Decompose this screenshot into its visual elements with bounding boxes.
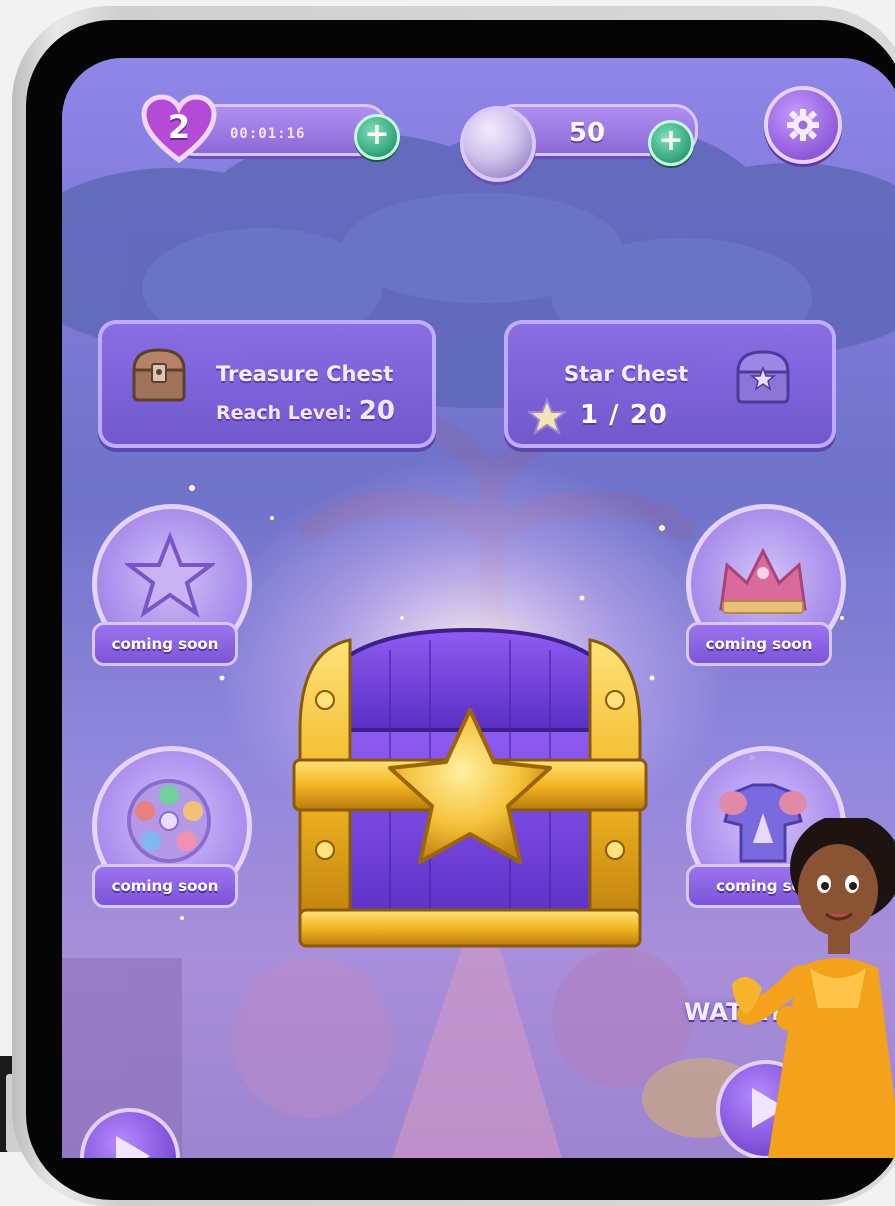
reach-level-value: 20 <box>358 396 395 426</box>
coin-count: 50 <box>568 118 606 148</box>
play-icon <box>116 1136 150 1158</box>
feature-star[interactable]: coming soon <box>92 504 252 674</box>
lives-timer: 00:01:16 <box>230 126 306 142</box>
treasure-chest-panel[interactable]: Treasure Chest Reach Level: 20 <box>98 320 436 448</box>
color-wheel-icon <box>127 779 211 863</box>
add-coins-button[interactable]: + <box>648 120 694 166</box>
treasure-chest-requirement: Reach Level: 20 <box>216 396 395 426</box>
reach-level-label: Reach Level: <box>216 402 353 424</box>
lives-count: 2 <box>167 108 191 146</box>
star-chest-panel[interactable]: Star Chest 1 / 20 <box>504 320 836 448</box>
princess-character <box>732 818 895 1158</box>
crown-icon <box>719 547 807 614</box>
coin-icon <box>460 106 536 182</box>
treasure-chest-title: Treasure Chest <box>216 362 394 386</box>
star-icon <box>528 398 566 436</box>
feature-color-wheel-label: coming soon <box>92 864 238 908</box>
treasure-chest-icon[interactable] <box>280 610 660 960</box>
star-chest-progress: 1 / 20 <box>580 400 668 430</box>
lives-heart: 2 <box>140 94 218 164</box>
plus-icon: + <box>658 123 684 158</box>
star-chest-title: Star Chest <box>564 362 689 386</box>
feature-star-label: coming soon <box>92 622 238 666</box>
add-lives-button[interactable]: + <box>354 114 400 160</box>
gear-icon <box>787 109 819 141</box>
game-screen: 2 00:01:16 + 50 + Treasure Chest Reach L… <box>62 58 895 1158</box>
feature-crown-label: coming soon <box>686 622 832 666</box>
settings-button[interactable] <box>764 86 842 164</box>
feature-color-wheel[interactable]: coming soon <box>92 746 252 916</box>
treasure-chest-icon <box>132 348 186 402</box>
star-chest-icon <box>736 350 790 404</box>
star-icon <box>125 531 215 618</box>
feature-crown[interactable]: coming soon <box>686 504 846 674</box>
plus-icon: + <box>364 117 390 152</box>
